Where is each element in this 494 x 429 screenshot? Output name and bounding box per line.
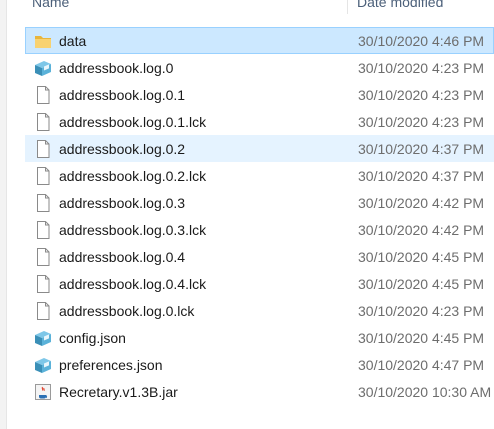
- blank-file-icon: [34, 248, 52, 266]
- blank-file-icon: [34, 167, 52, 185]
- file-name: addressbook.log.0.3.lck: [59, 222, 207, 238]
- column-divider[interactable]: [347, 0, 348, 14]
- file-date-modified: 30/10/2020 4:45 PM: [358, 276, 485, 292]
- file-row[interactable]: addressbook.log.0.lck 30/10/2020 4:23 PM: [25, 297, 494, 324]
- file-name: addressbook.log.0: [59, 60, 174, 76]
- file-date-modified: 30/10/2020 4:23 PM: [358, 114, 485, 130]
- file-name: addressbook.log.0.lck: [59, 303, 195, 319]
- file-row[interactable]: addressbook.log.0.2 30/10/2020 4:37 PM: [25, 135, 494, 162]
- file-row[interactable]: addressbook.log.0.4.lck 30/10/2020 4:45 P…: [25, 270, 494, 297]
- file-explorer-pane: Name Date modified data 30/10/2020 4:46 P…: [0, 0, 494, 429]
- file-date-modified: 30/10/2020 4:45 PM: [358, 330, 485, 346]
- file-date-modified: 30/10/2020 4:46 PM: [358, 33, 485, 49]
- file-row[interactable]: addressbook.log.0.3 30/10/2020 4:42 PM: [25, 189, 494, 216]
- blank-file-icon: [34, 221, 52, 239]
- blank-file-icon: [34, 86, 52, 104]
- column-header-name[interactable]: Name: [32, 0, 69, 10]
- file-name: addressbook.log.0.4: [59, 249, 186, 265]
- file-name: preferences.json: [59, 357, 163, 373]
- blank-file-icon: [34, 302, 52, 320]
- blank-file-icon: [34, 275, 52, 293]
- file-name: addressbook.log.0.2: [59, 141, 186, 157]
- blank-file-icon: [34, 140, 52, 158]
- file-row[interactable]: addressbook.log.0.1 30/10/2020 4:23 PM: [25, 81, 494, 108]
- file-name: config.json: [59, 330, 126, 346]
- file-date-modified: 30/10/2020 4:42 PM: [358, 222, 485, 238]
- file-row[interactable]: addressbook.log.0.3.lck 30/10/2020 4:42 P…: [25, 216, 494, 243]
- blank-file-icon: [34, 113, 52, 131]
- navigation-pane-edge: [0, 0, 7, 429]
- file-row[interactable]: addressbook.log.0.1.lck 30/10/2020 4:23 P…: [25, 108, 494, 135]
- file-name: addressbook.log.0.1.lck: [59, 114, 207, 130]
- file-date-modified: 30/10/2020 4:23 PM: [358, 87, 485, 103]
- file-row[interactable]: Recretary.v1.3B.jar 30/10/2020 10:30 AM: [25, 378, 494, 405]
- file-name: addressbook.log.0.3: [59, 195, 186, 211]
- app-file-icon: [34, 329, 52, 347]
- file-date-modified: 30/10/2020 10:30 AM: [358, 384, 492, 400]
- file-row[interactable]: addressbook.log.0.2.lck 30/10/2020 4:37 P…: [25, 162, 494, 189]
- file-date-modified: 30/10/2020 4:45 PM: [358, 249, 485, 265]
- java-jar-icon: [34, 383, 52, 401]
- file-row[interactable]: preferences.json 30/10/2020 4:47 PM: [25, 351, 494, 378]
- file-date-modified: 30/10/2020 4:23 PM: [358, 60, 485, 76]
- column-header-date-modified[interactable]: Date modified: [357, 0, 443, 10]
- file-date-modified: 30/10/2020 4:37 PM: [358, 141, 485, 157]
- file-row[interactable]: addressbook.log.0 30/10/2020 4:23 PM: [25, 54, 494, 81]
- folder-icon: [34, 32, 52, 50]
- app-file-icon: [34, 59, 52, 77]
- file-date-modified: 30/10/2020 4:37 PM: [358, 168, 485, 184]
- file-name: Recretary.v1.3B.jar: [59, 384, 178, 400]
- file-date-modified: 30/10/2020 4:42 PM: [358, 195, 485, 211]
- file-name: addressbook.log.0.4.lck: [59, 276, 207, 292]
- column-header-bar: Name Date modified: [6, 0, 494, 14]
- file-name: data: [59, 33, 87, 49]
- file-row[interactable]: config.json 30/10/2020 4:45 PM: [25, 324, 494, 351]
- file-date-modified: 30/10/2020 4:23 PM: [358, 303, 485, 319]
- file-row[interactable]: data 30/10/2020 4:46 PM: [25, 27, 494, 54]
- file-name: addressbook.log.0.2.lck: [59, 168, 207, 184]
- file-date-modified: 30/10/2020 4:47 PM: [358, 357, 485, 373]
- file-row[interactable]: addressbook.log.0.4 30/10/2020 4:45 PM: [25, 243, 494, 270]
- app-file-icon: [34, 356, 52, 374]
- file-list: data 30/10/2020 4:46 PM addressbook.log.0 3…: [25, 27, 494, 405]
- file-name: addressbook.log.0.1: [59, 87, 186, 103]
- blank-file-icon: [34, 194, 52, 212]
